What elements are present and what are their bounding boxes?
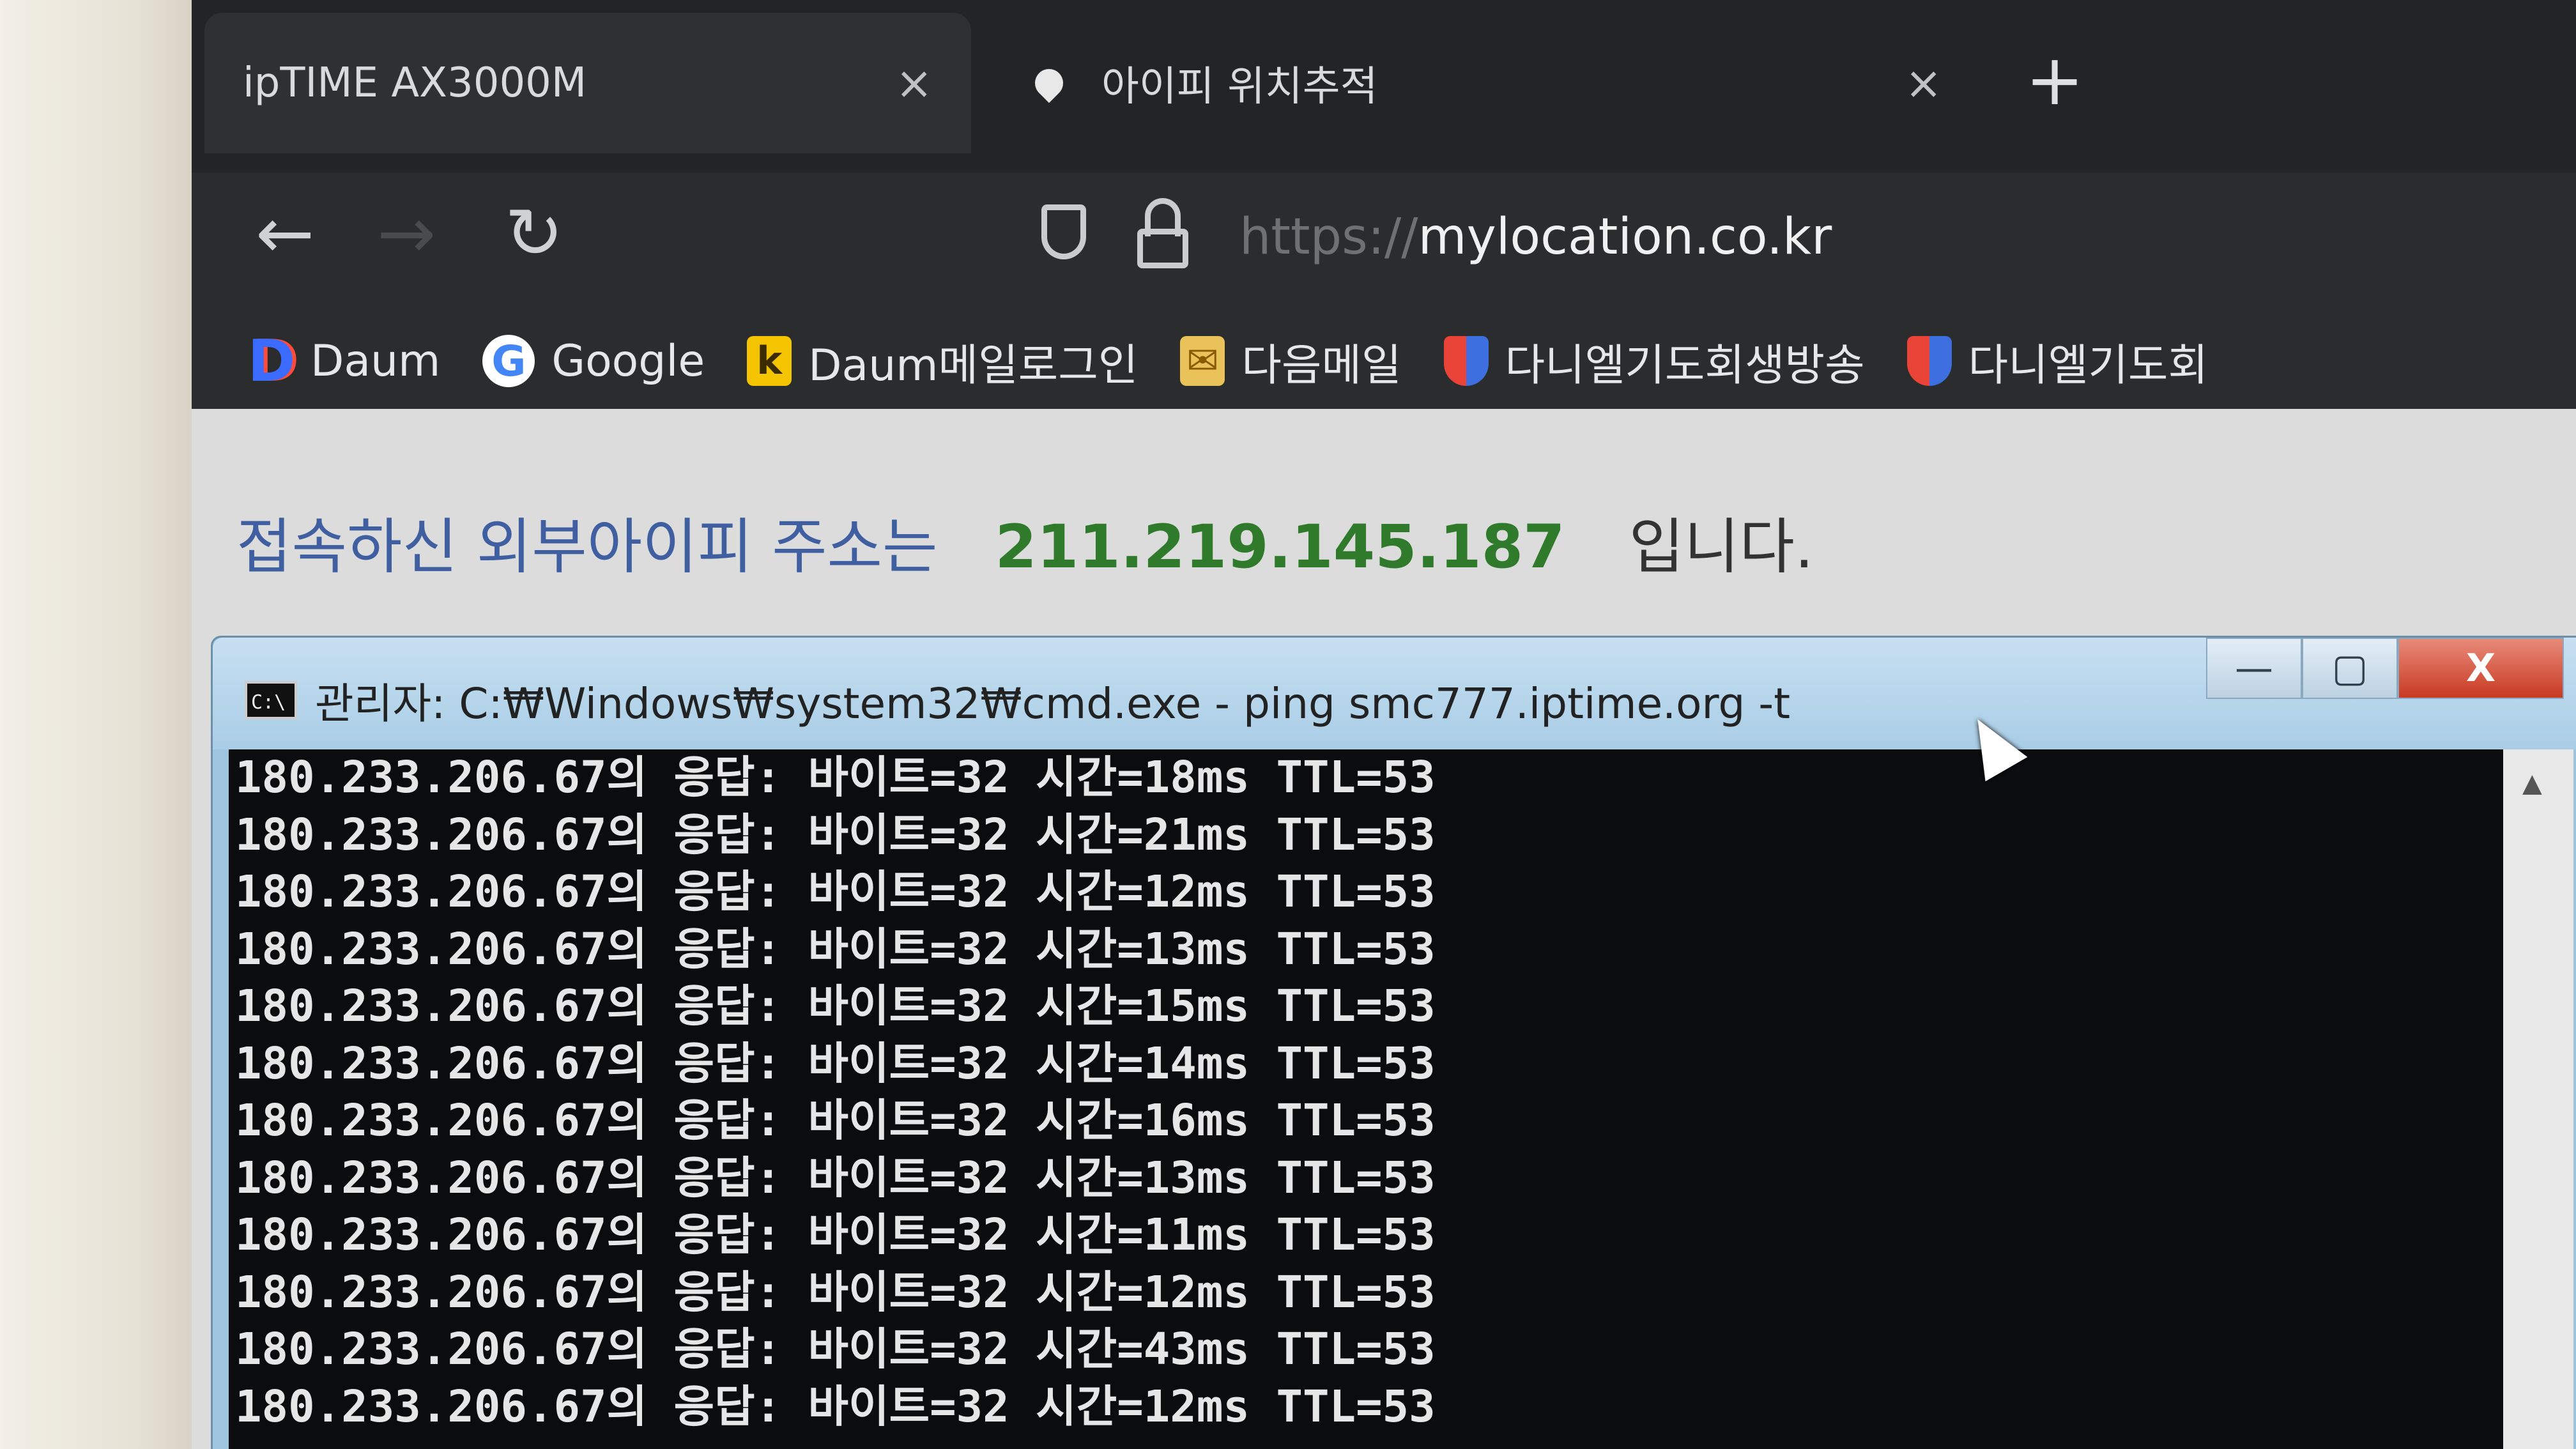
minimize-button[interactable]: — [2206,638,2302,699]
cmd-title: 관리자: C:₩Windows₩system32₩cmd.exe - ping … [315,679,1791,728]
ping-reply-line: 180.233.206.67의 응답: 바이트=32 시간=13ms TTL=5… [235,923,1436,975]
navigation-bar: ← → ↻ https://mylocation.co.kr [192,172,2576,313]
ping-reply-line: 180.233.206.67의 응답: 바이트=32 시간=43ms TTL=5… [235,1324,1436,1375]
vertical-scrollbar[interactable]: ▲ [2503,749,2573,1449]
ping-reply-line: 180.233.206.67의 응답: 바이트=32 시간=21ms TTL=5… [235,809,1436,861]
ping-reply-line: 180.233.206.67의 응답: 바이트=32 시간=12ms TTL=5… [235,1266,1436,1318]
forward-arrow-icon[interactable]: → [377,198,436,268]
tracking-shield-icon[interactable] [1041,204,1086,259]
new-tab-button[interactable]: + [2025,45,2084,115]
tab-iptime[interactable]: ipTIME AX3000M × [204,13,971,153]
bookmark-daniel-prayer[interactable]: 다니엘기도회 [1906,330,2209,393]
close-button[interactable]: X [2398,638,2564,699]
tab-label: 아이피 위치추적 [1101,63,1378,111]
daum-logo-icon: D [247,327,296,395]
ping-reply-line: 180.233.206.67의 응답: 바이트=32 시간=15ms TTL=5… [235,981,1436,1032]
bookmark-label: 다음메일 [1241,340,1402,391]
ping-reply-line: 180.233.206.67의 응답: 바이트=32 시간=13ms TTL=5… [235,1152,1436,1204]
window-controls: — ▢ X [2206,638,2564,699]
close-icon[interactable]: × [1905,57,1942,109]
bookmark-daum[interactable]: D Daum [247,327,441,395]
bookmark-daum-mail-login[interactable]: k Daum메일로그인 [747,330,1138,393]
bookmarks-bar: D Daum G Google k Daum메일로그인 ✉ 다음메일 다니엘기도… [192,313,2576,409]
ping-reply-line: 180.233.206.67의 응답: 바이트=32 시간=16ms TTL=5… [235,1095,1436,1146]
web-page-content: 접속하신 외부아이피 주소는 211.219.145.187 입니다. C:\ 관리… [192,409,2576,1449]
cmd-window: C:\ 관리자: C:₩Windows₩system32₩cmd.exe - p… [211,636,2576,1449]
bookmark-label: Daum메일로그인 [808,340,1138,391]
url-host: mylocation.co.kr [1418,208,1832,266]
close-icon[interactable]: × [895,57,933,109]
tab-mylocation[interactable]: 아이피 위치추적 × [984,13,1981,153]
ping-reply-line: 180.233.206.67의 응답: 바이트=32 시간=12ms TTL=5… [235,1381,1436,1432]
shield-logo-icon [1443,336,1489,386]
console-output[interactable]: 180.233.206.67의 응답: 바이트=32 시간=18ms TTL=5… [229,749,2503,1449]
reload-icon[interactable]: ↻ [505,198,564,268]
maximize-button[interactable]: ▢ [2302,638,2398,699]
url-protocol: https:// [1239,208,1418,266]
ip-label: 접속하신 외부아이피 주소는 [236,512,938,582]
shield-logo-icon [1906,336,1952,386]
monitor-bezel [0,0,192,1449]
external-ip-line: 접속하신 외부아이피 주소는 211.219.145.187 입니다. [236,498,1814,585]
ping-reply-line: 180.233.206.67의 응답: 바이트=32 시간=14ms TTL=5… [235,1038,1436,1089]
tab-label: ipTIME AX3000M [243,59,587,107]
back-arrow-icon[interactable]: ← [256,198,314,268]
ip-suffix: 입니다. [1629,512,1814,582]
ip-address: 211.219.145.187 [995,512,1565,582]
bookmark-label: 다니엘기도회생방송 [1505,340,1865,391]
bookmark-label: 다니엘기도회 [1968,340,2209,391]
ping-reply-line: 180.233.206.67의 응답: 바이트=32 시간=12ms TTL=5… [235,866,1436,917]
bookmark-google[interactable]: G Google [482,335,705,387]
google-logo-icon: G [482,335,535,387]
bookmark-label: Daum [310,335,441,387]
scroll-up-arrow-icon[interactable]: ▲ [2522,769,2542,798]
cmd-title-bar[interactable]: C:\ 관리자: C:₩Windows₩system32₩cmd.exe - p… [213,638,2576,749]
kakao-logo-icon: k [747,336,792,386]
mail-icon: ✉ [1180,336,1225,386]
lock-icon[interactable] [1137,198,1188,268]
cmd-icon: C:\ [245,681,297,719]
screen: ipTIME AX3000M × 아이피 위치추적 × + ← → ↻ http… [192,0,2576,1449]
bookmark-label: Google [551,335,705,387]
bookmark-daum-mail[interactable]: ✉ 다음메일 [1180,330,1402,393]
ping-reply-line: 180.233.206.67의 응답: 바이트=32 시간=18ms TTL=5… [235,752,1436,803]
location-pin-icon [1029,63,1070,103]
tab-strip: ipTIME AX3000M × 아이피 위치추적 × + [192,0,2576,172]
bookmark-daniel-prayer-live[interactable]: 다니엘기도회생방송 [1443,330,1865,393]
address-bar[interactable]: https://mylocation.co.kr [1239,208,1832,266]
ping-reply-line: 180.233.206.67의 응답: 바이트=32 시간=11ms TTL=5… [235,1209,1436,1261]
